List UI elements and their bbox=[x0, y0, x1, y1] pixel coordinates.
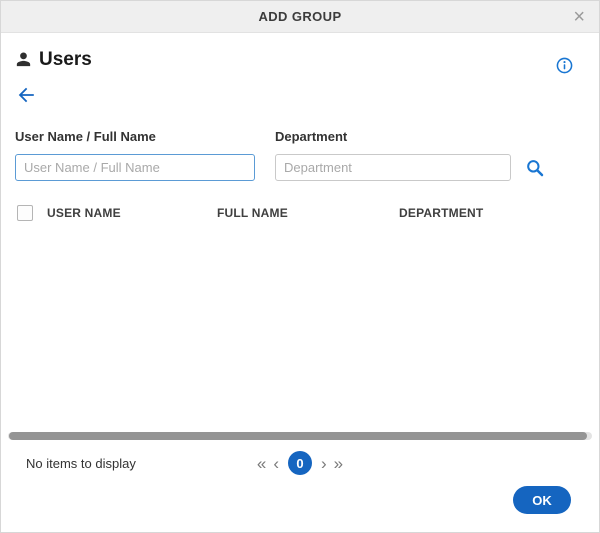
dialog-title: ADD GROUP bbox=[258, 9, 342, 24]
last-page-icon[interactable]: » bbox=[334, 455, 343, 472]
next-page-icon[interactable]: › bbox=[321, 455, 327, 472]
column-header-fullname: FULL NAME bbox=[217, 206, 288, 220]
current-page-badge[interactable]: 0 bbox=[288, 451, 312, 475]
username-input[interactable] bbox=[15, 154, 255, 181]
department-input[interactable] bbox=[275, 154, 511, 181]
horizontal-scrollbar-track bbox=[8, 432, 592, 440]
info-icon[interactable] bbox=[556, 57, 573, 74]
department-field-group: Department bbox=[275, 129, 511, 181]
column-header-department: DEPARTMENT bbox=[399, 206, 484, 220]
table-header-row: USER NAME FULL NAME DEPARTMENT bbox=[15, 205, 585, 221]
search-icon[interactable] bbox=[525, 158, 545, 178]
first-page-icon[interactable]: « bbox=[257, 455, 266, 472]
back-arrow-icon[interactable] bbox=[15, 84, 37, 106]
empty-message: No items to display bbox=[26, 455, 136, 471]
search-form: User Name / Full Name Department bbox=[15, 129, 585, 181]
back-row bbox=[15, 84, 585, 111]
pager: « ‹ 0 › » bbox=[257, 451, 343, 475]
pagination-row: No items to display « ‹ 0 › » bbox=[1, 450, 599, 476]
close-icon[interactable]: × bbox=[569, 7, 589, 27]
select-all-checkbox[interactable] bbox=[17, 205, 33, 221]
dialog-titlebar: ADD GROUP × bbox=[1, 1, 599, 33]
ok-button[interactable]: OK bbox=[513, 486, 571, 514]
person-icon bbox=[15, 51, 32, 68]
column-header-username: USER NAME bbox=[47, 206, 121, 220]
panel-title: Users bbox=[39, 48, 92, 70]
department-label: Department bbox=[275, 129, 348, 144]
footer-actions: OK bbox=[513, 486, 571, 514]
add-group-dialog: ADD GROUP × Users User Name / Full Name … bbox=[0, 0, 600, 533]
username-label: User Name / Full Name bbox=[15, 129, 156, 144]
horizontal-scrollbar-thumb[interactable] bbox=[9, 432, 588, 440]
username-field-group: User Name / Full Name bbox=[15, 129, 255, 181]
prev-page-icon[interactable]: ‹ bbox=[273, 455, 279, 472]
users-header: Users bbox=[15, 45, 585, 74]
dialog-content: Users User Name / Full Name User Name / … bbox=[1, 33, 599, 221]
